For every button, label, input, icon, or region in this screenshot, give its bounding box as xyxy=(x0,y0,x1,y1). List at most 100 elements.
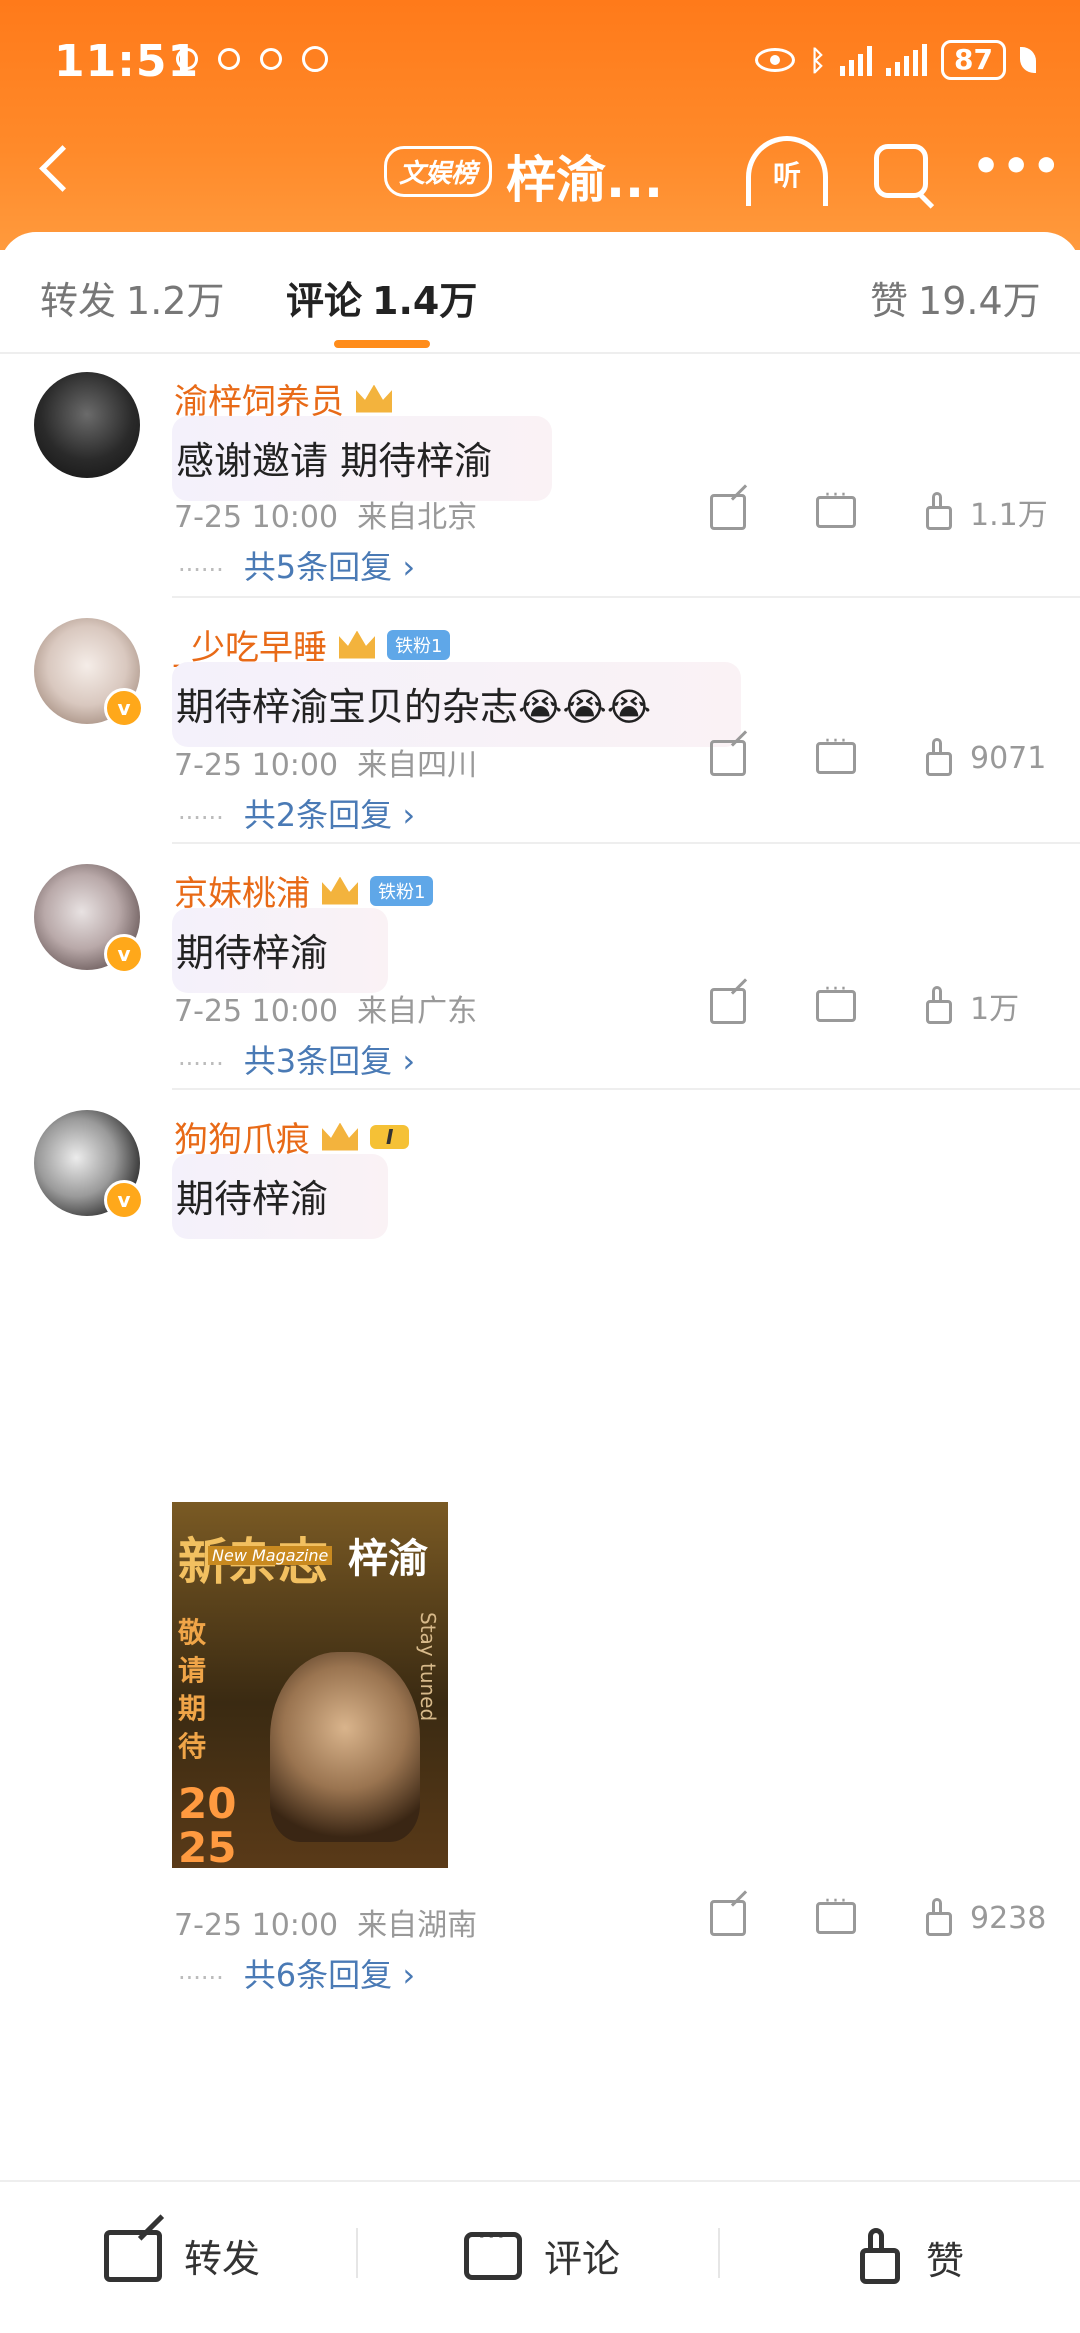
tab-count: 1.2万 xyxy=(126,279,225,323)
active-tab-indicator xyxy=(334,340,430,348)
comment-time: 7-25 10:00 xyxy=(174,500,339,535)
tab-likes[interactable]: 赞 19.4万 xyxy=(870,270,1041,325)
app-notification-icon xyxy=(218,48,240,70)
leaf-icon xyxy=(1020,47,1036,73)
comment-icon[interactable] xyxy=(816,1889,856,1934)
app-notification-icon xyxy=(260,48,282,70)
tab-label: 赞 xyxy=(870,279,909,323)
share-label: 转发 xyxy=(184,2237,261,2281)
poster-portrait xyxy=(270,1652,420,1842)
bluetooth-icon: ᛒ xyxy=(809,43,827,77)
like-label: 赞 xyxy=(926,2238,965,2283)
comment-actions: 9071 xyxy=(710,729,1050,778)
thumbs-up-icon[interactable] xyxy=(916,738,956,778)
comment-bubble: 期待梓渝宝贝的杂志😭😭😭 xyxy=(172,662,742,747)
dots-icon: ······ xyxy=(178,804,224,832)
comment-label: 评论 xyxy=(544,2237,621,2281)
comment-location: 来自湖南 xyxy=(357,1908,478,1943)
share-icon[interactable] xyxy=(710,740,746,776)
share-icon[interactable] xyxy=(710,988,746,1024)
tab-reposts[interactable]: 转发 1.2万 xyxy=(40,270,224,325)
replies-text: 共2条回复 › xyxy=(243,796,416,834)
comment-location: 来自北京 xyxy=(357,500,478,535)
separator xyxy=(718,2228,720,2278)
replies-text: 共3条回复 › xyxy=(243,1042,416,1080)
tab-label: 转发 xyxy=(40,279,117,323)
poster-year-top: 20 xyxy=(178,1779,237,1828)
signal-icon xyxy=(886,44,928,76)
tab-count: 1.4万 xyxy=(372,279,478,323)
view-replies-link[interactable]: ······ 共2条回复 › xyxy=(178,790,415,836)
comment-icon[interactable] xyxy=(816,483,856,528)
comment-meta: 7-25 10:00 来自四川 xyxy=(174,740,477,784)
like-count: 9071 xyxy=(970,740,1047,776)
comment-location: 来自四川 xyxy=(357,748,478,783)
navigation-bar: 文娱榜 梓渝... 听 ••• xyxy=(0,120,1080,230)
listen-headphones-icon[interactable]: 听 xyxy=(746,136,828,206)
thumbs-up-icon xyxy=(846,2228,904,2286)
poster-side-text: 敬请期待 xyxy=(178,1616,207,1763)
thumbs-up-icon[interactable] xyxy=(916,986,956,1026)
tab-count: 19.4万 xyxy=(918,279,1041,323)
crown-icon xyxy=(318,873,362,909)
tab-bar: 转发 1.2万 评论 1.4万 赞 19.4万 xyxy=(0,232,1080,354)
ranking-tag[interactable]: 文娱榜 xyxy=(384,146,493,197)
thumbs-up-icon[interactable] xyxy=(916,1898,956,1938)
share-icon[interactable] xyxy=(710,1900,746,1936)
crown-icon xyxy=(335,627,379,663)
verified-badge-icon: v xyxy=(104,1180,144,1220)
like-count: 9238 xyxy=(970,1900,1047,1936)
crown-icon xyxy=(318,1119,362,1155)
like-count: 1万 xyxy=(970,992,1020,1027)
app-notification-icon xyxy=(302,46,328,72)
status-bar: 11:51 ᛒ 87 xyxy=(0,0,1080,120)
share-button[interactable]: 转发 xyxy=(104,2228,260,2283)
comment-icon[interactable] xyxy=(816,729,856,774)
view-replies-link[interactable]: ······ 共6条回复 › xyxy=(178,1950,415,1996)
comment-icon[interactable] xyxy=(816,977,856,1022)
signal-icon xyxy=(840,44,873,76)
poster-year: 20 25 xyxy=(178,1779,237,1869)
verified-badge-icon: v xyxy=(104,688,144,728)
back-arrow-icon[interactable] xyxy=(38,146,78,186)
like-count: 1.1万 xyxy=(970,498,1048,533)
fan-badge: 铁粉1 xyxy=(387,629,451,660)
share-icon xyxy=(104,2229,162,2282)
comment-meta: 7-25 10:00 来自北京 xyxy=(174,492,477,536)
crown-icon xyxy=(352,381,396,417)
tab-label: 评论 xyxy=(286,279,363,323)
tab-comments[interactable]: 评论 1.4万 xyxy=(286,270,477,325)
search-icon[interactable] xyxy=(874,144,928,198)
replies-text: 共6条回复 › xyxy=(243,1956,416,1994)
thumbs-up-icon[interactable] xyxy=(916,492,956,532)
view-replies-link[interactable]: ······ 共3条回复 › xyxy=(178,1036,415,1082)
comment-time: 7-25 10:00 xyxy=(174,748,339,783)
like-button[interactable]: 赞 xyxy=(846,2228,964,2286)
comment-bubble: 感谢邀请 期待梓渝 xyxy=(172,416,553,501)
comment-time: 7-25 10:00 xyxy=(174,1908,339,1943)
system-icons: ᛒ 87 xyxy=(755,40,1036,80)
poster-tag: New Magazine xyxy=(208,1546,333,1565)
comment-image[interactable]: 新杂志 梓渝 New Magazine 敬请期待 20 25 Stay tune… xyxy=(172,1502,448,1868)
comment-actions: 9238 xyxy=(710,1889,1050,1938)
comment-icon xyxy=(464,2219,522,2280)
level-badge: I xyxy=(370,1124,410,1149)
bottom-action-bar: 转发 评论 赞 xyxy=(0,2180,1080,2333)
dots-icon: ······ xyxy=(178,1964,224,1992)
comment-sheet: 转发 1.2万 评论 1.4万 赞 19.4万 渝梓饲养员 感谢邀请 期待梓渝 7-2… xyxy=(0,232,1080,2331)
more-icon[interactable]: ••• xyxy=(972,145,1062,189)
comment-button[interactable]: 评论 xyxy=(464,2219,621,2283)
header-background: 11:51 ᛒ 87 文娱榜 梓渝... 听 ••• xyxy=(0,0,1080,250)
eye-icon xyxy=(755,48,796,72)
comment-bubble: 期待梓渝 xyxy=(172,1154,389,1239)
comment-actions: 1.1万 xyxy=(710,483,1050,534)
share-icon[interactable] xyxy=(710,494,746,530)
comment-location: 来自广东 xyxy=(357,994,478,1029)
battery-indicator: 87 xyxy=(941,40,1006,80)
avatar[interactable] xyxy=(34,372,140,478)
fan-badge: 铁粉1 xyxy=(370,875,434,906)
app-notification-icon xyxy=(176,48,198,70)
poster-name: 梓渝 xyxy=(348,1536,428,1582)
poster-year-bottom: 25 xyxy=(178,1823,237,1869)
view-replies-link[interactable]: ······ 共5条回复 › xyxy=(178,542,415,588)
